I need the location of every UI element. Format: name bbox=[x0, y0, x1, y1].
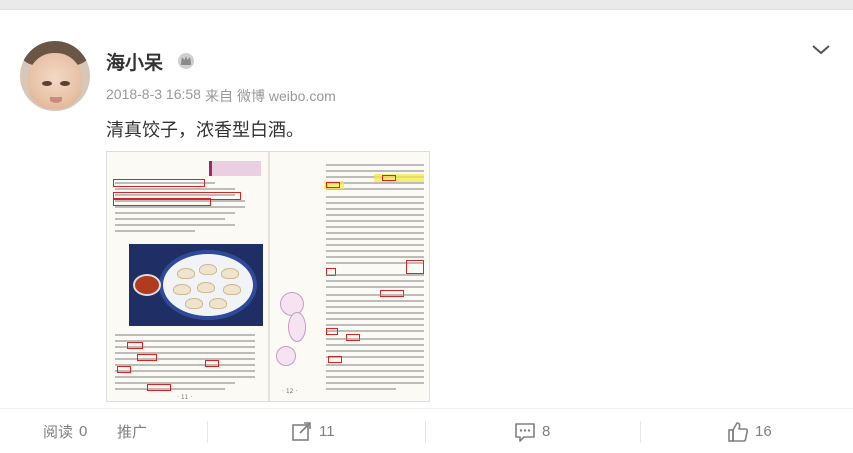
divider bbox=[207, 421, 208, 443]
comment-icon bbox=[514, 421, 536, 443]
like-count: 16 bbox=[755, 423, 772, 440]
source-prefix: 来自 bbox=[204, 88, 233, 104]
action-bar: 阅读 0 推广 11 8 16 bbox=[0, 408, 853, 453]
comment-button[interactable]: 8 bbox=[514, 409, 550, 453]
promote-button[interactable]: 推广 bbox=[117, 409, 147, 453]
comment-count: 8 bbox=[542, 423, 551, 440]
post-meta: 2018-8-3 16:58 来自 微博 weibo.com bbox=[106, 86, 336, 106]
thumbs-up-icon bbox=[727, 421, 749, 443]
weibo-post-card: 海小呆 2018-8-3 16:58 来自 微博 weibo.com 清真饺子，… bbox=[0, 10, 853, 453]
repost-button[interactable]: 11 bbox=[291, 409, 335, 453]
timestamp[interactable]: 2018-8-3 16:58 bbox=[106, 86, 201, 106]
post-image[interactable]: · 11 · · 12 · bbox=[106, 151, 430, 402]
like-button[interactable]: 16 bbox=[727, 409, 772, 453]
read-label: 阅读 bbox=[43, 424, 74, 441]
page-header-ribbon bbox=[209, 161, 261, 176]
divider bbox=[640, 421, 641, 443]
verified-crown-icon bbox=[176, 50, 196, 70]
author-name[interactable]: 海小呆 bbox=[106, 48, 163, 75]
dumpling-photo bbox=[129, 244, 263, 326]
read-count: 阅读 0 bbox=[43, 409, 87, 453]
divider bbox=[425, 421, 426, 443]
promote-label: 推广 bbox=[117, 424, 148, 441]
post-text: 清真饺子，浓香型白酒。 bbox=[106, 120, 304, 141]
avatar[interactable] bbox=[20, 41, 90, 111]
read-count-value: 0 bbox=[79, 423, 88, 440]
top-bar bbox=[0, 0, 853, 10]
book-page-left: · 11 · bbox=[107, 152, 269, 401]
book-page-right: · 12 · bbox=[270, 152, 429, 401]
repost-icon bbox=[291, 421, 313, 443]
repost-count: 11 bbox=[319, 423, 335, 440]
chevron-down-icon[interactable] bbox=[808, 36, 834, 62]
source-link[interactable]: 微博 weibo.com bbox=[237, 86, 336, 106]
